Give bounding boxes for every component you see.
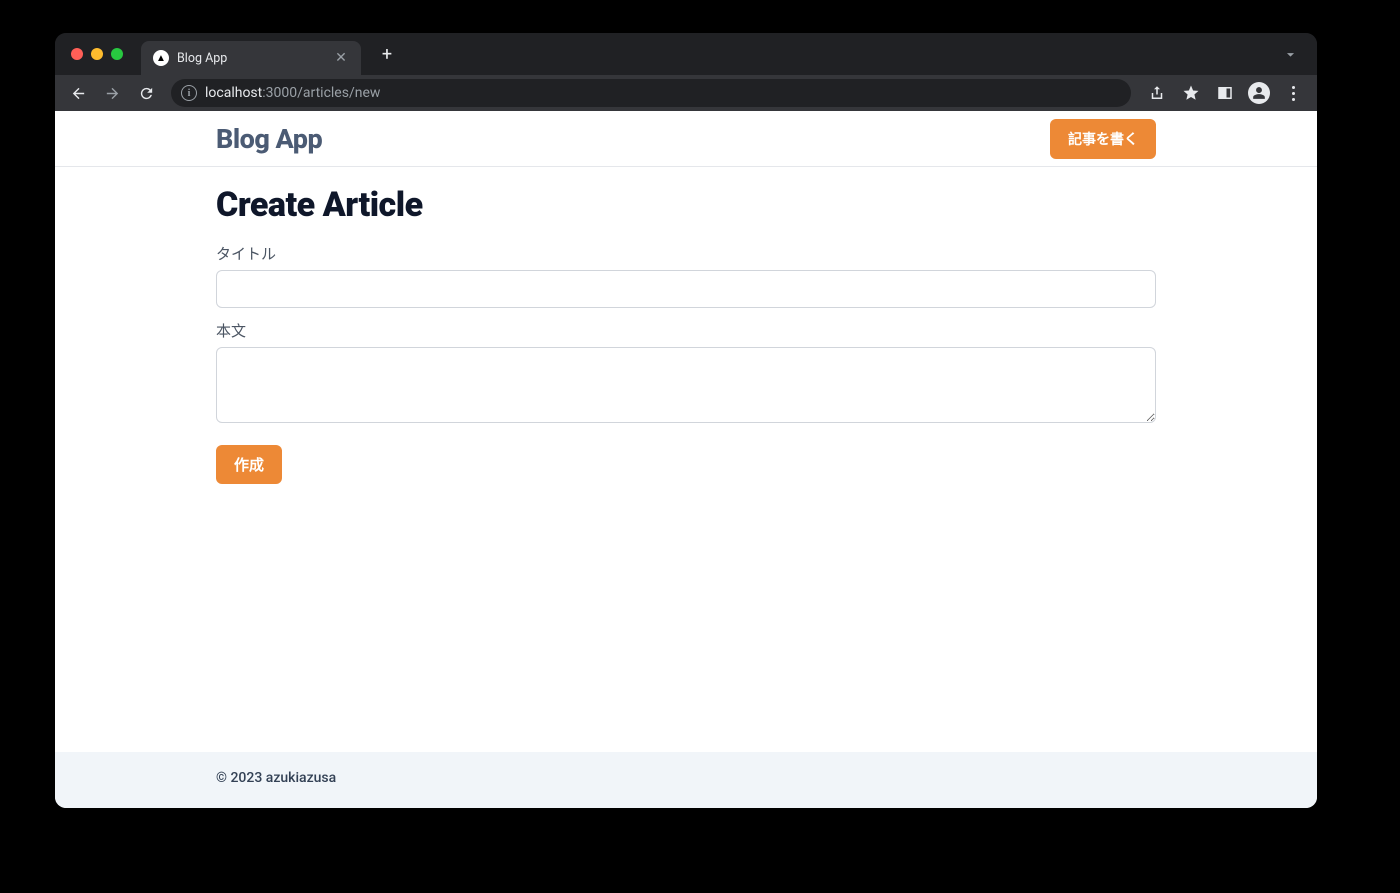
window-controls (55, 48, 123, 60)
share-button[interactable] (1141, 78, 1173, 108)
submit-button[interactable]: 作成 (216, 445, 282, 484)
main-content: Create Article タイトル 本文 作成 (55, 167, 1317, 752)
app-header: Blog App 記事を書く (55, 111, 1317, 167)
kebab-icon (1292, 86, 1295, 101)
new-tab-button[interactable]: + (373, 40, 401, 68)
app-footer: © 2023 azukiazusa (55, 752, 1317, 808)
bookmark-button[interactable] (1175, 78, 1207, 108)
panel-button[interactable] (1209, 78, 1241, 108)
favicon-icon: ▲ (153, 50, 169, 66)
browser-tab[interactable]: ▲ Blog App ✕ (141, 41, 361, 75)
reload-button[interactable] (131, 78, 161, 108)
site-info-icon[interactable]: i (181, 85, 197, 101)
menu-button[interactable] (1277, 78, 1309, 108)
body-label: 本文 (216, 320, 1156, 341)
page-title: Create Article (216, 185, 1156, 225)
brand-logo[interactable]: Blog App (216, 123, 322, 155)
footer-copyright: © 2023 azukiazusa (206, 770, 1166, 786)
page-viewport: Blog App 記事を書く Create Article タイトル 本文 作成… (55, 111, 1317, 808)
tabs-dropdown-button[interactable] (1275, 39, 1305, 69)
maximize-window-button[interactable] (111, 48, 123, 60)
url-host: localhost (205, 85, 262, 101)
write-article-button[interactable]: 記事を書く (1050, 119, 1156, 159)
back-button[interactable] (63, 78, 93, 108)
url-path: :3000/articles/new (262, 85, 380, 101)
titlebar: ▲ Blog App ✕ + (55, 33, 1317, 75)
avatar-icon (1248, 82, 1270, 104)
title-label: タイトル (216, 243, 1156, 264)
browser-toolbar: i localhost:3000/articles/new (55, 75, 1317, 111)
tab-title: Blog App (177, 51, 325, 66)
url-text: localhost:3000/articles/new (205, 85, 380, 101)
browser-window: ▲ Blog App ✕ + i localhost:3000/articles… (55, 33, 1317, 808)
address-bar[interactable]: i localhost:3000/articles/new (171, 79, 1131, 107)
minimize-window-button[interactable] (91, 48, 103, 60)
toolbar-right (1141, 78, 1309, 108)
title-input[interactable] (216, 270, 1156, 308)
forward-button[interactable] (97, 78, 127, 108)
close-tab-button[interactable]: ✕ (333, 50, 349, 66)
profile-button[interactable] (1243, 78, 1275, 108)
body-textarea[interactable] (216, 347, 1156, 423)
close-window-button[interactable] (71, 48, 83, 60)
